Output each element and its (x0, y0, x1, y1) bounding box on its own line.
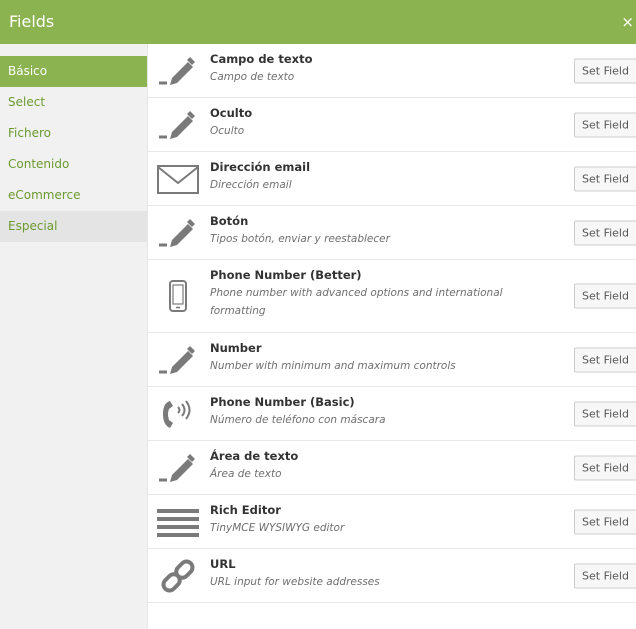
pencil-icon (154, 105, 202, 145)
rich-editor-lines-icon (154, 502, 202, 542)
close-icon[interactable]: × (621, 13, 634, 31)
field-name: Área de texto (210, 449, 299, 463)
set-field-button[interactable]: Set Field (574, 58, 636, 83)
modal-header: Fields × (0, 0, 636, 44)
field-description: Phone number with advanced options and i… (210, 287, 503, 317)
field-description: Dirección email (210, 179, 292, 191)
field-description: Campo de texto (210, 71, 295, 83)
field-name: Number (210, 341, 262, 355)
set-field-button[interactable]: Set Field (574, 166, 636, 191)
field-row: Área de texto Área de texto Set Field (148, 441, 636, 495)
field-name: Botón (210, 214, 249, 228)
phone-volume-icon (154, 394, 202, 434)
sidebar-item-basico[interactable]: Básico (0, 56, 147, 87)
set-field-button[interactable]: Set Field (574, 347, 636, 372)
field-name: Rich Editor (210, 503, 281, 517)
field-description: Número de teléfono con máscara (210, 414, 386, 426)
sidebar-item-ecommerce[interactable]: eCommerce (0, 180, 147, 211)
field-row: Botón Tipos botón, enviar y reestablecer… (148, 206, 636, 260)
pencil-icon (154, 340, 202, 380)
field-name: Phone Number (Better) (210, 268, 362, 282)
field-row: Number Number with minimum and maximum c… (148, 333, 636, 387)
sidebar-item-label: Select (8, 95, 46, 109)
set-field-button[interactable]: Set Field (574, 563, 636, 588)
field-name: URL (210, 557, 236, 571)
set-field-button[interactable]: Set Field (574, 401, 636, 426)
sidebar-item-fichero[interactable]: Fichero (0, 118, 147, 149)
set-field-button[interactable]: Set Field (574, 283, 636, 309)
sidebar-item-select[interactable]: Select (0, 87, 147, 118)
field-name: Oculto (210, 106, 253, 120)
field-description: Number with minimum and maximum controls (210, 360, 456, 372)
field-row: Phone Number (Basic) Número de teléfono … (148, 387, 636, 441)
field-description: Oculto (210, 125, 245, 137)
field-name: Phone Number (Basic) (210, 395, 355, 409)
sidebar-item-label: eCommerce (8, 188, 81, 202)
field-description: Área de texto (210, 468, 282, 480)
fields-modal: Fields × Básico Select Fichero Contenido… (0, 0, 636, 629)
set-field-button[interactable]: Set Field (574, 455, 636, 480)
pencil-icon (154, 448, 202, 488)
field-row: URL URL input for website addresses Set … (148, 549, 636, 603)
sidebar-item-label: Básico (8, 64, 48, 78)
field-name: Dirección email (210, 160, 311, 174)
link-chain-icon (154, 556, 202, 596)
modal-title: Fields (9, 12, 55, 31)
envelope-icon (154, 159, 202, 199)
sidebar-item-especial[interactable]: Especial (0, 211, 147, 242)
sidebar-item-label: Contenido (8, 157, 70, 171)
field-description: URL input for website addresses (210, 576, 380, 588)
mobile-phone-icon (154, 276, 202, 316)
category-sidebar: Básico Select Fichero Contenido eCommerc… (0, 44, 148, 629)
field-row: Campo de texto Campo de texto Set Field (148, 44, 636, 98)
sidebar-item-contenido[interactable]: Contenido (0, 149, 147, 180)
field-description: Tipos botón, enviar y reestablecer (210, 233, 390, 245)
field-row: Phone Number (Better) Phone number with … (148, 260, 636, 333)
field-list: Campo de texto Campo de texto Set Field … (148, 44, 636, 603)
set-field-button[interactable]: Set Field (574, 220, 636, 245)
sidebar-item-label: Especial (8, 219, 58, 233)
set-field-button[interactable]: Set Field (574, 112, 636, 137)
pencil-icon (154, 213, 202, 253)
pencil-icon (154, 51, 202, 91)
field-row: Rich Editor TinyMCE WYSIWYG editor Set F… (148, 495, 636, 549)
field-name: Campo de texto (210, 52, 313, 66)
field-row: Dirección email Dirección email Set Fiel… (148, 152, 636, 206)
field-row: Oculto Oculto Set Field (148, 98, 636, 152)
set-field-button[interactable]: Set Field (574, 509, 636, 534)
sidebar-item-label: Fichero (8, 126, 51, 140)
field-description: TinyMCE WYSIWYG editor (210, 522, 345, 534)
